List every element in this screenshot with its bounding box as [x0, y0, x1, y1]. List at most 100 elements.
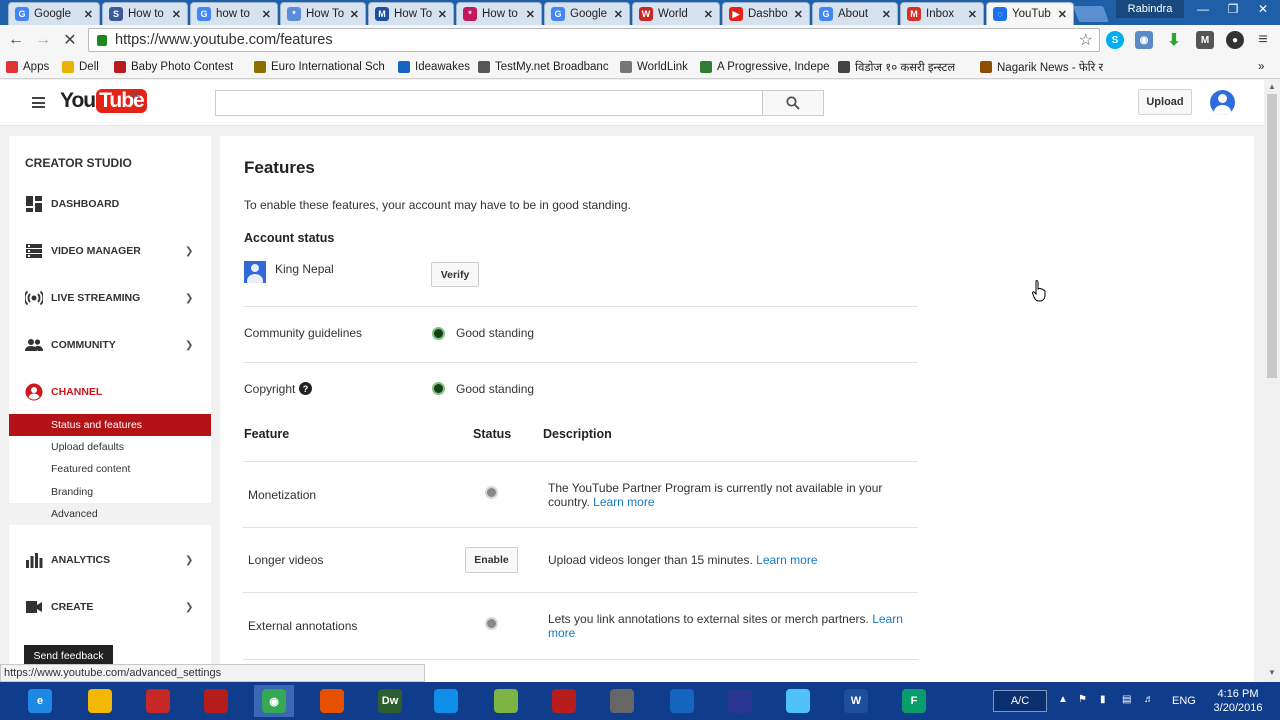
back-button[interactable]: ← [5, 30, 27, 50]
taskbar-button[interactable]: F [894, 685, 934, 717]
extension-globe-icon[interactable]: ● [1226, 31, 1244, 49]
learn-more-link[interactable]: Learn more [756, 553, 817, 567]
tray-up-arrow-icon[interactable]: ▲ [1058, 694, 1068, 705]
flag-icon[interactable]: ⚑ [1078, 694, 1087, 705]
tab-close-icon[interactable]: ✕ [794, 8, 803, 21]
sidebar-item-community[interactable]: COMMUNITY ❯ [9, 332, 211, 358]
chevron-down-icon[interactable]: ❯ [185, 602, 193, 613]
tab-close-icon[interactable]: ✕ [526, 8, 535, 21]
bookmark-item[interactable]: TestMy.net Broadbanc [478, 58, 609, 76]
tab-close-icon[interactable]: ✕ [262, 8, 271, 21]
sidebar-subitem-status-and-features[interactable]: Status and features [9, 414, 211, 436]
system-clock[interactable]: 4:16 PM 3/20/2016 [1210, 687, 1266, 715]
scroll-up-arrow-icon[interactable]: ▲ [1268, 82, 1276, 91]
language-indicator[interactable]: ENG [1172, 695, 1196, 707]
browser-tab[interactable]: ◌ YouTub ✕ [986, 2, 1074, 25]
enable-button[interactable]: Enable [465, 547, 518, 573]
menu-icon[interactable]: ≡ [1254, 31, 1272, 49]
search-input[interactable] [215, 90, 763, 116]
taskbar-button[interactable] [80, 685, 120, 717]
taskbar-button[interactable] [662, 685, 702, 717]
taskbar-button[interactable] [196, 685, 236, 717]
taskbar-button[interactable] [486, 685, 526, 717]
forward-button[interactable]: → [32, 30, 54, 50]
sidebar-subitem-featured-content[interactable]: Featured content [9, 458, 211, 480]
network-icon[interactable]: ▤ [1122, 694, 1131, 705]
scroll-down-arrow-icon[interactable]: ▼ [1268, 668, 1276, 677]
sidebar-subitem-branding[interactable]: Branding [9, 481, 211, 503]
tab-close-icon[interactable]: ✕ [438, 8, 447, 21]
account-avatar[interactable] [1210, 90, 1235, 115]
profile-name[interactable]: Rabindra [1116, 0, 1184, 18]
volume-icon[interactable]: ♬ [1144, 694, 1154, 705]
sidebar-subitem-upload-defaults[interactable]: Upload defaults [9, 436, 211, 458]
sidebar-item-channel[interactable]: CHANNEL [9, 379, 211, 405]
tab-close-icon[interactable]: ✕ [1058, 8, 1067, 21]
chevron-down-icon[interactable]: ❯ [185, 293, 193, 304]
ac-indicator[interactable]: A/C [993, 690, 1047, 712]
bookmark-star-icon[interactable]: ☆ [1079, 30, 1093, 50]
browser-tab[interactable]: W World ✕ [632, 2, 720, 25]
bookmark-item[interactable]: Apps [6, 58, 49, 76]
browser-tab[interactable]: G Google ✕ [544, 2, 630, 25]
tab-close-icon[interactable]: ✕ [172, 8, 181, 21]
taskbar-button[interactable] [544, 685, 584, 717]
browser-tab[interactable]: G About ✕ [812, 2, 898, 25]
extension-icon[interactable]: M [1196, 31, 1214, 49]
camera-icon[interactable]: ◉ [1135, 31, 1153, 49]
skype-icon[interactable]: S [1106, 31, 1124, 49]
browser-tab[interactable]: * How to ✕ [456, 2, 542, 25]
guide-menu-icon[interactable] [32, 97, 45, 108]
page-scrollbar[interactable]: ▲ ▼ [1264, 80, 1280, 682]
youtube-logo[interactable]: You Tube GB [60, 89, 147, 113]
help-icon[interactable]: ? [299, 382, 312, 395]
sidebar-item-video-manager[interactable]: VIDEO MANAGER ❯ [9, 238, 211, 264]
tab-close-icon[interactable]: ✕ [350, 8, 359, 21]
learn-more-link[interactable]: Learn more [593, 495, 654, 509]
sidebar-item-create[interactable]: CREATE ❯ [9, 594, 211, 620]
bookmark-item[interactable]: Dell [62, 58, 99, 76]
taskbar-button[interactable]: ◉ [254, 685, 294, 717]
chevron-down-icon[interactable]: ❯ [185, 555, 193, 566]
bookmarks-overflow-icon[interactable]: » [1258, 58, 1264, 76]
tab-close-icon[interactable]: ✕ [882, 8, 891, 21]
bookmark-item[interactable]: A Progressive, Indepe [700, 58, 830, 76]
taskbar-button[interactable] [312, 685, 352, 717]
browser-tab[interactable]: ▶ Dashbo ✕ [722, 2, 810, 25]
sidebar-item-analytics[interactable]: ANALYTICS ❯ [9, 547, 211, 573]
bookmark-item[interactable]: Nagarik News - फेरि र [980, 58, 1103, 76]
sidebar-subitem-advanced[interactable]: Advanced [9, 503, 211, 525]
taskbar-button[interactable] [138, 685, 178, 717]
taskbar-button[interactable] [426, 685, 466, 717]
bookmark-item[interactable]: Ideawakes [398, 58, 470, 76]
upload-button[interactable]: Upload [1138, 89, 1192, 115]
new-tab-button[interactable] [1073, 6, 1109, 22]
bookmark-item[interactable]: WorldLink [620, 58, 688, 76]
browser-tab[interactable]: Ghow to ✕ [190, 2, 278, 25]
scrollbar-thumb[interactable] [1267, 94, 1277, 378]
browser-tab[interactable]: * How To ✕ [280, 2, 366, 25]
close-window-button[interactable]: ✕ [1248, 0, 1278, 18]
browser-tab[interactable]: M Inbox ✕ [900, 2, 984, 25]
tab-close-icon[interactable]: ✕ [614, 8, 623, 21]
taskbar-button[interactable]: e [20, 685, 60, 717]
chevron-down-icon[interactable]: ❯ [185, 340, 193, 351]
browser-tab[interactable]: M How To ✕ [368, 2, 454, 25]
verify-button[interactable]: Verify [431, 262, 479, 287]
bookmark-item[interactable]: Euro International Sch [254, 58, 385, 76]
taskbar-button[interactable]: W [836, 685, 876, 717]
sidebar-item-live-streaming[interactable]: LIVE STREAMING ❯ [9, 285, 211, 311]
address-bar[interactable]: https://www.youtube.com/features ☆ [88, 28, 1100, 52]
stop-loading-button[interactable]: ✕ [59, 30, 81, 50]
minimize-button[interactable]: — [1188, 0, 1218, 18]
tab-close-icon[interactable]: ✕ [968, 8, 977, 21]
browser-tab[interactable]: G Google ✕ [8, 2, 100, 25]
taskbar-button[interactable] [720, 685, 760, 717]
power-icon[interactable]: ▮ [1100, 694, 1106, 705]
browser-tab[interactable]: S How to ✕ [102, 2, 188, 25]
maximize-button[interactable]: ❐ [1218, 0, 1248, 18]
taskbar-button[interactable]: Dw [370, 685, 410, 717]
tab-close-icon[interactable]: ✕ [704, 8, 713, 21]
search-button[interactable] [762, 90, 824, 116]
sidebar-item-dashboard[interactable]: DASHBOARD [9, 191, 211, 217]
